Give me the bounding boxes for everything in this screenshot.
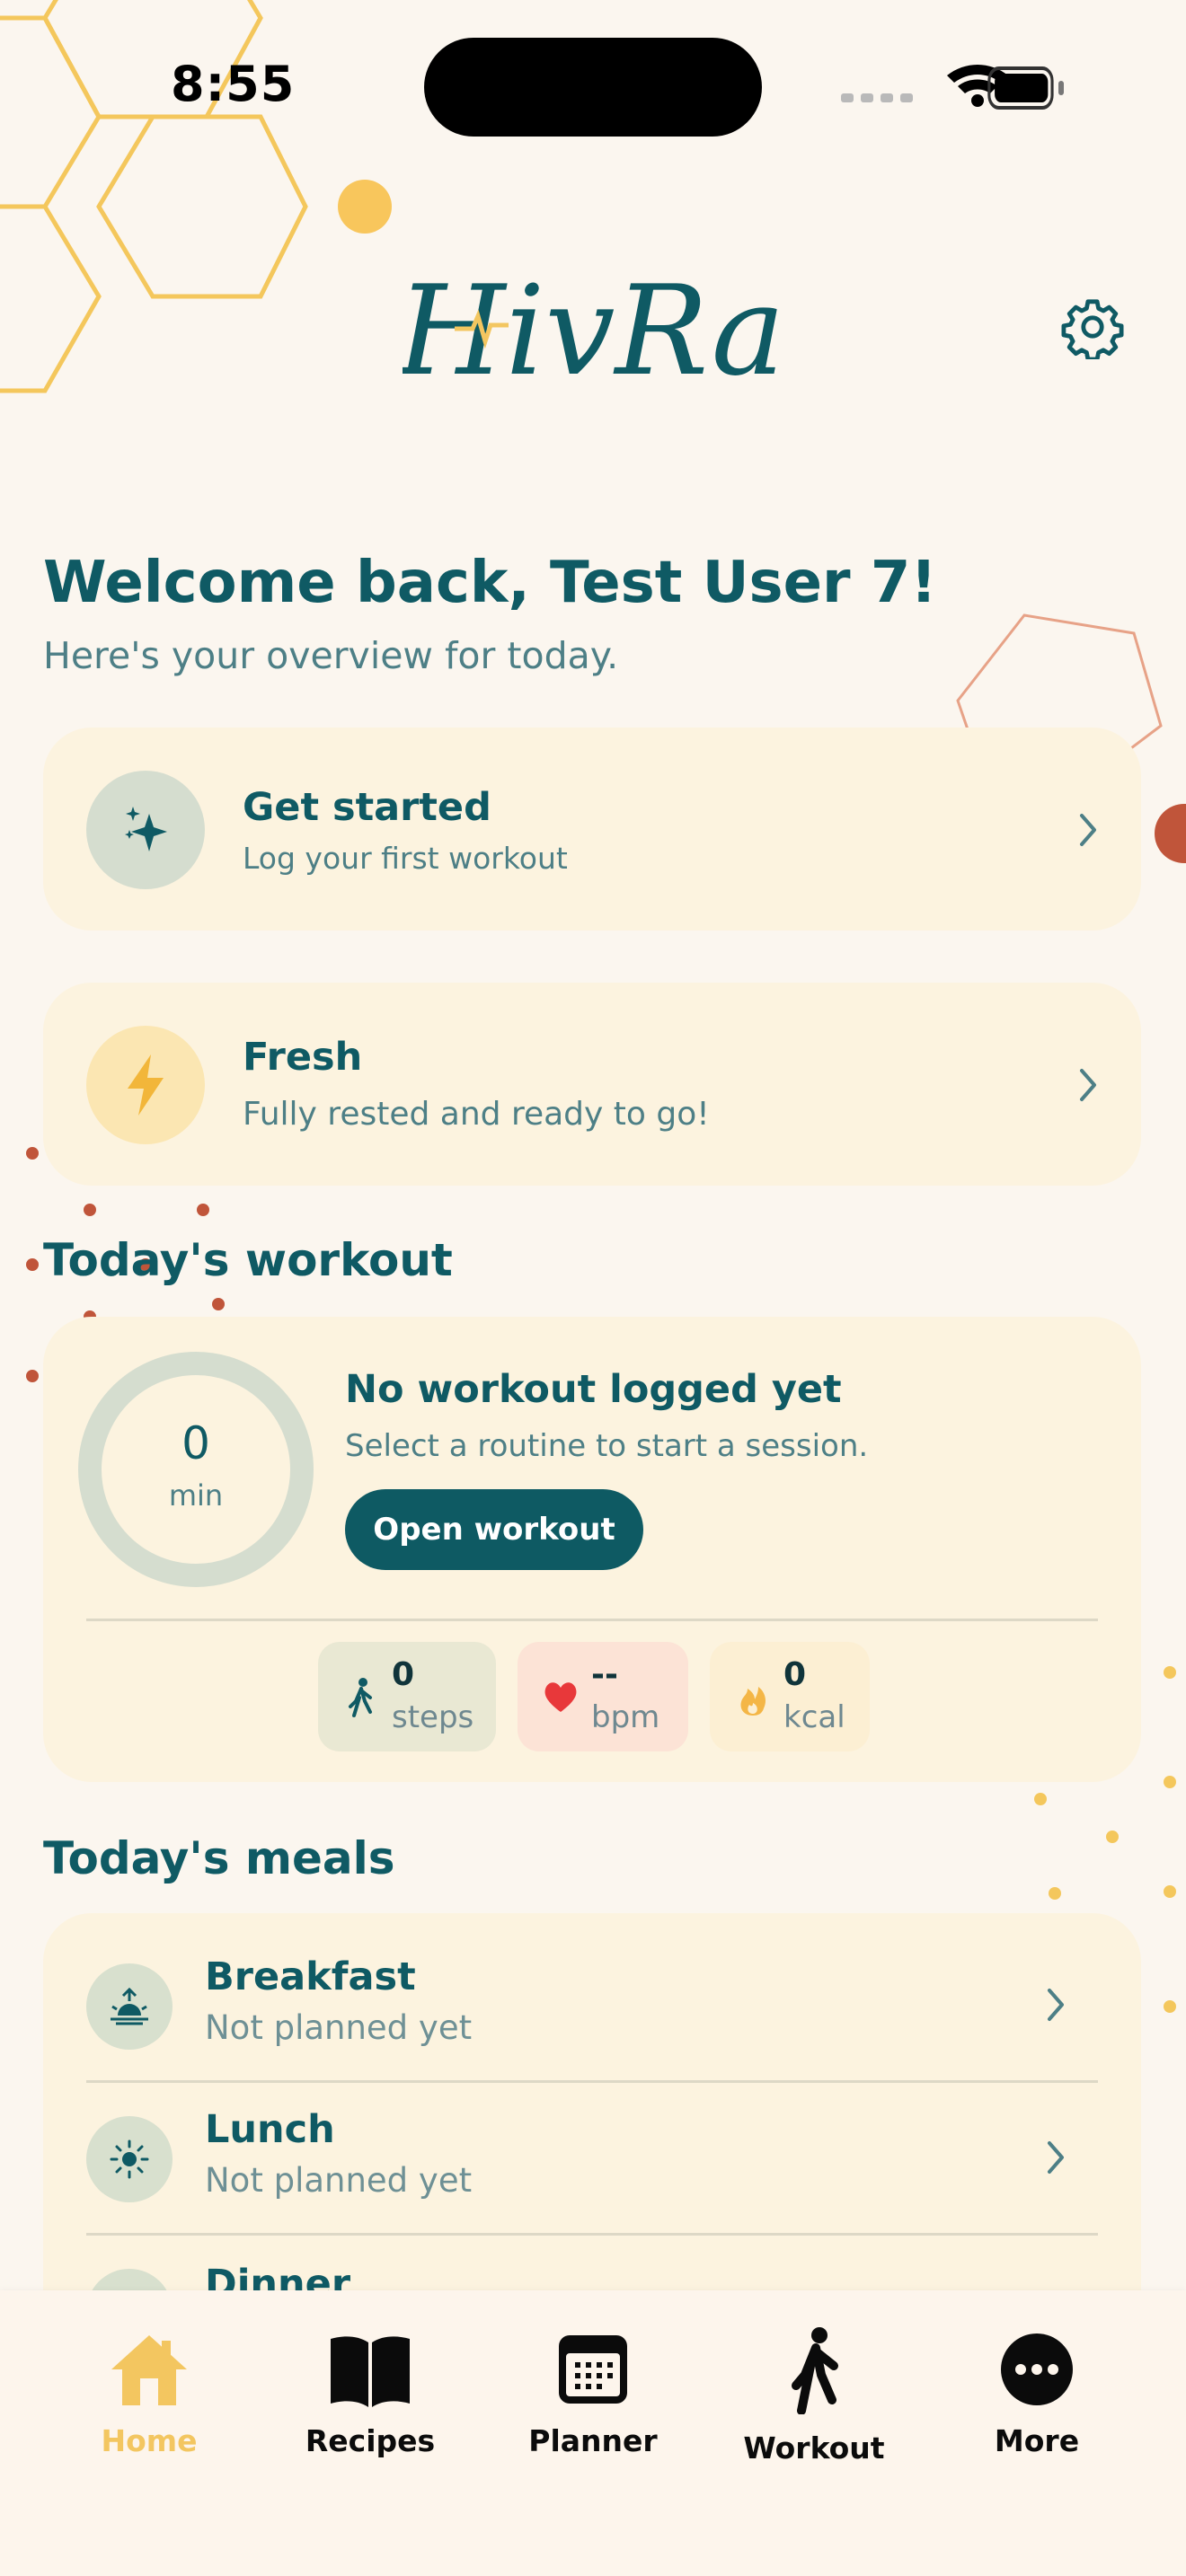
status-icons (841, 65, 1064, 110)
hexagon-decoration (0, 15, 102, 209)
meal-title: Breakfast (205, 1954, 416, 1999)
open-workout-button[interactable]: Open workout (345, 1489, 643, 1570)
calendar-icon (559, 2335, 627, 2404)
chevron-right-icon (1048, 2141, 1064, 2174)
steps-unit: steps (392, 1699, 474, 1735)
workout-minutes-value: 0 (181, 1417, 210, 1469)
sparkles-icon (86, 771, 205, 889)
get-started-card[interactable]: Get started Log your first workout (43, 728, 1141, 931)
steps-value: 0 (392, 1656, 415, 1693)
workout-card: 0 min No workout logged yet Select a rou… (43, 1317, 1141, 1782)
tab-workout[interactable]: Workout (724, 2325, 904, 2477)
dot-decoration (1155, 804, 1186, 863)
workout-section-title: Today's workout (43, 1234, 453, 1286)
flame-icon (740, 1687, 766, 1716)
meal-title: Lunch (205, 2107, 335, 2152)
sun-icon (86, 2116, 173, 2202)
walking-icon (349, 1678, 372, 1717)
book-icon (331, 2336, 410, 2407)
tab-planner[interactable]: Planner (503, 2325, 683, 2477)
readiness-subtitle: Fully rested and ready to go! (243, 1096, 710, 1133)
chevron-right-icon (1080, 1069, 1096, 1101)
hexagon-decoration (96, 114, 308, 299)
dot-decoration (338, 180, 392, 234)
lightning-icon (86, 1026, 205, 1144)
calories-stat: 0 kcal (710, 1642, 870, 1751)
cellular-signal-icon (841, 93, 913, 102)
workout-status-title: No workout logged yet (345, 1367, 842, 1412)
heart-rate-stat: -- bpm (518, 1642, 688, 1751)
tab-home[interactable]: Home (59, 2325, 239, 2477)
heart-rate-unit: bpm (591, 1699, 660, 1735)
steps-stat: 0 steps (318, 1642, 496, 1751)
home-icon (111, 2335, 187, 2405)
tab-bar: Home Recipes Planner Workout More (0, 2290, 1186, 2576)
heart-rate-value: -- (591, 1656, 618, 1693)
hexagon-decoration (0, 204, 102, 393)
workout-status-subtitle: Select a routine to start a session. (345, 1428, 869, 1464)
calories-unit: kcal (783, 1699, 845, 1735)
readiness-title: Fresh (243, 1035, 363, 1080)
welcome-subtitle: Here's your overview for today. (43, 634, 619, 677)
tab-label: Recipes (305, 2423, 436, 2458)
calories-value: 0 (783, 1656, 807, 1693)
more-icon (1001, 2333, 1073, 2405)
gear-icon[interactable] (1060, 295, 1125, 359)
tab-recipes[interactable]: Recipes (280, 2325, 460, 2477)
meals-section-title: Today's meals (43, 1832, 395, 1884)
chevron-right-icon (1080, 814, 1096, 846)
get-started-subtitle: Log your first workout (243, 841, 568, 876)
chevron-right-icon (1048, 1989, 1064, 2021)
meal-row-breakfast[interactable]: Breakfast Not planned yet (43, 1913, 1141, 2066)
meal-row-lunch[interactable]: Lunch Not planned yet (43, 2066, 1141, 2219)
status-time: 8:55 (171, 56, 296, 112)
app-logo: HivRa (403, 259, 780, 403)
welcome-title: Welcome back, Test User 7! (43, 550, 937, 616)
meal-subtitle: Not planned yet (205, 2008, 473, 2047)
divider (86, 1619, 1098, 1621)
workout-minutes-unit: min (168, 1478, 224, 1513)
tab-label: Planner (528, 2423, 658, 2458)
dynamic-island (424, 38, 762, 137)
walking-icon (792, 2327, 838, 2414)
tab-label: Home (101, 2423, 198, 2458)
get-started-title: Get started (243, 785, 491, 830)
workout-progress-ring (78, 1352, 314, 1587)
battery-icon (987, 66, 1064, 110)
meals-card: Breakfast Not planned yet Lunch Not plan… (43, 1913, 1141, 2355)
meal-subtitle: Not planned yet (205, 2161, 473, 2200)
tab-more[interactable]: More (947, 2325, 1127, 2477)
tab-label: More (994, 2423, 1080, 2458)
heart-icon (544, 1682, 577, 1712)
sunrise-icon (86, 1963, 173, 2050)
tab-label: Workout (743, 2430, 885, 2466)
readiness-card[interactable]: Fresh Fully rested and ready to go! (43, 983, 1141, 1186)
